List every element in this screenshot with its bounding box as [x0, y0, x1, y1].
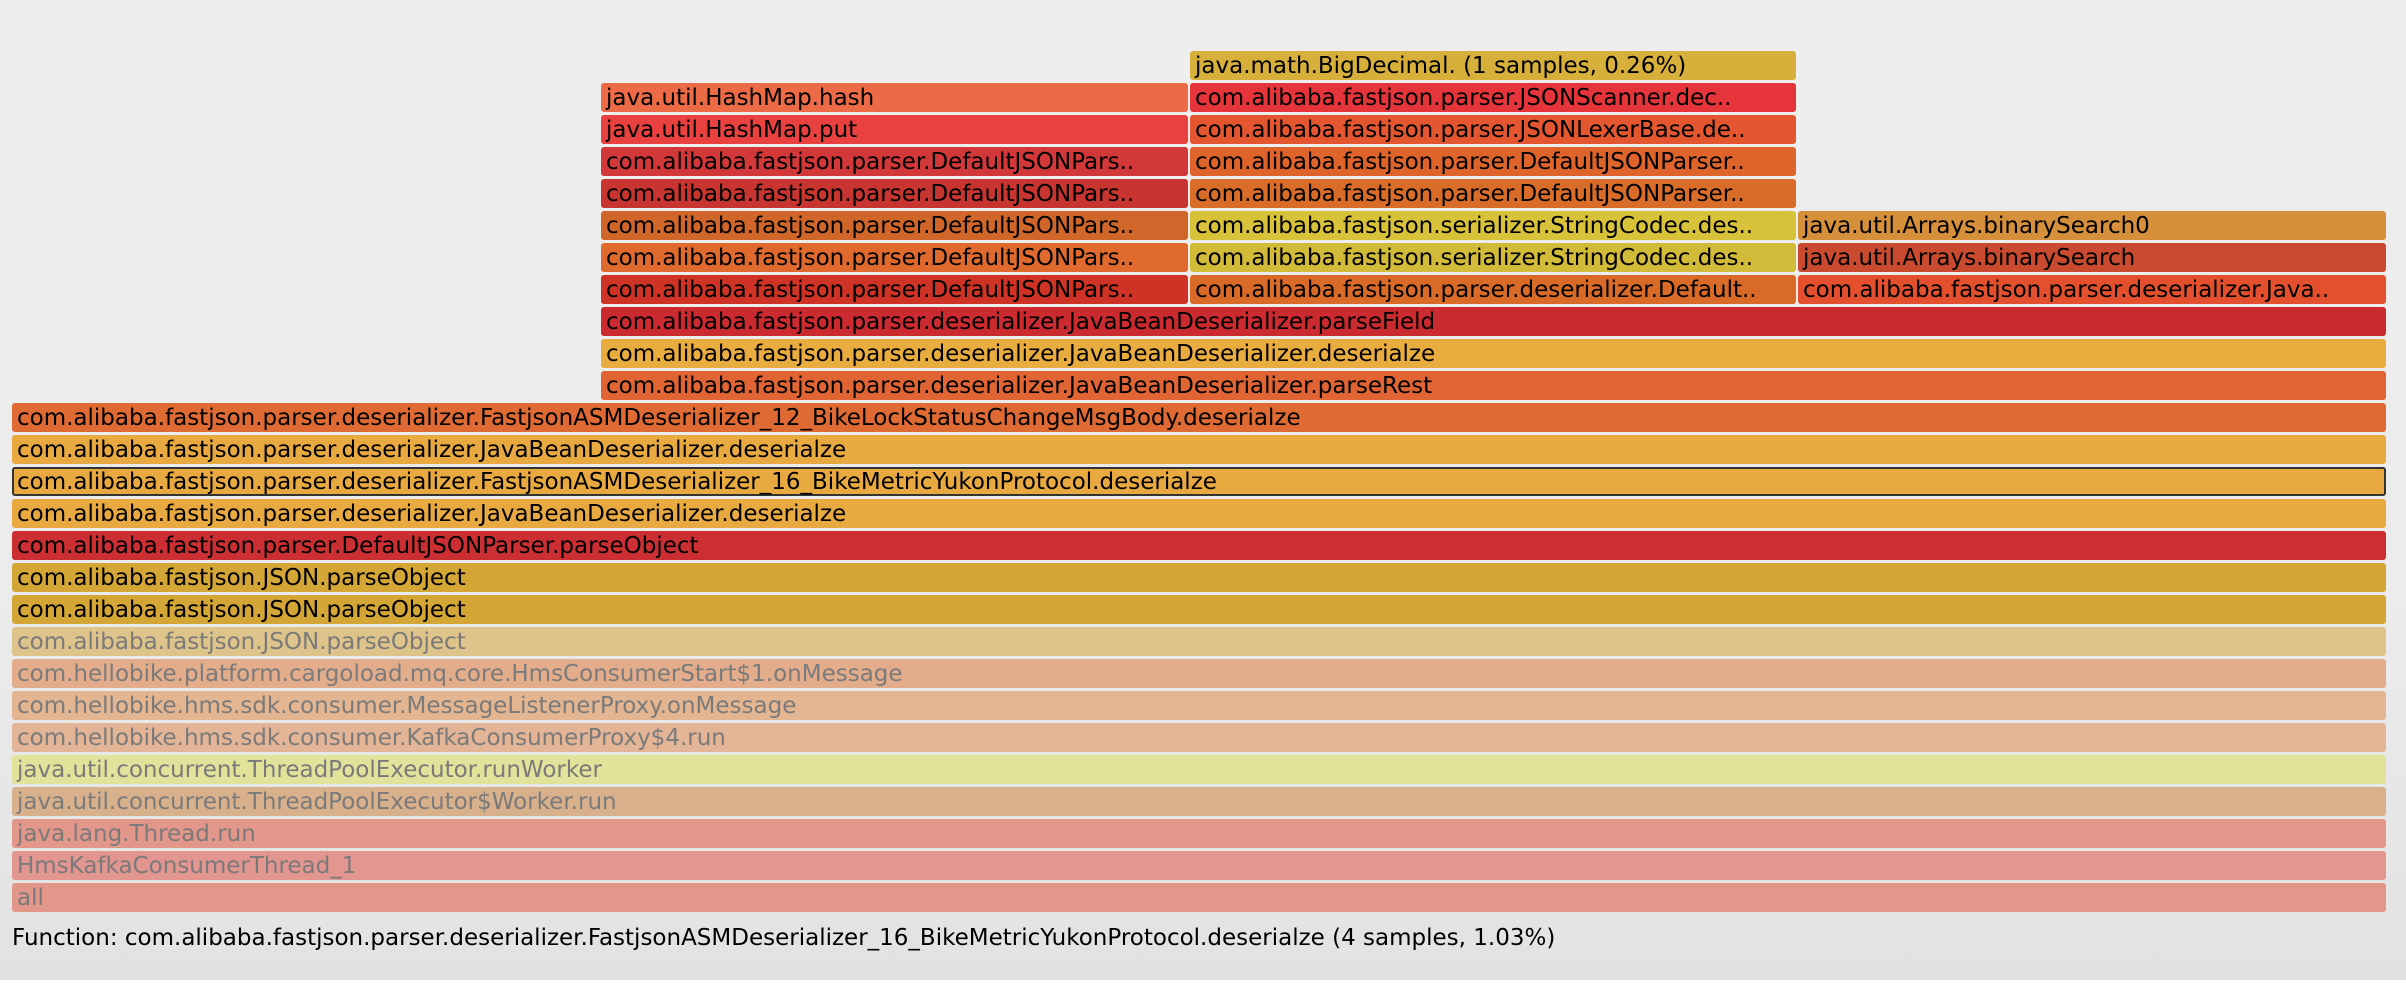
function-details: Function: com.alibaba.fastjson.parser.de… — [12, 925, 1556, 951]
frame-label: com.alibaba.fastjson.serializer.StringCo… — [1195, 245, 1754, 271]
flame-frame[interactable]: com.alibaba.fastjson.parser.deserializer… — [12, 403, 2386, 432]
frame-label: com.alibaba.fastjson.parser.deserializer… — [606, 373, 1433, 399]
frame-label: com.alibaba.fastjson.parser.deserializer… — [1803, 277, 2330, 303]
frame-label: com.alibaba.fastjson.parser.deserializer… — [606, 341, 1436, 367]
flame-frame[interactable]: com.alibaba.fastjson.JSON.parseObject — [12, 595, 2386, 624]
flame-frame[interactable]: com.alibaba.fastjson.parser.DefaultJSONP… — [601, 211, 1188, 240]
frame-label: com.hellobike.hms.sdk.consumer.MessageLi… — [17, 693, 797, 719]
flame-frame[interactable]: com.alibaba.fastjson.parser.DefaultJSONP… — [12, 531, 2386, 560]
flame-graph: all HmsKafkaConsumerThread_1 java.lang.T… — [0, 0, 2406, 980]
frame-label: java.util.HashMap.put — [606, 117, 858, 143]
frame-label: com.alibaba.fastjson.parser.JSONLexerBas… — [1195, 117, 1746, 143]
frame-label: all — [17, 885, 44, 911]
flame-frame[interactable]: com.alibaba.fastjson.parser.DefaultJSONP… — [1190, 179, 1796, 208]
flame-frame[interactable]: java.util.HashMap.hash — [601, 83, 1188, 112]
flame-frame[interactable]: HmsKafkaConsumerThread_1 — [12, 851, 2386, 880]
frame-label: com.alibaba.fastjson.parser.DefaultJSONP… — [606, 245, 1135, 271]
flame-frame[interactable]: com.alibaba.fastjson.parser.JSONScanner.… — [1190, 83, 1796, 112]
flame-frame-all[interactable]: all — [12, 883, 2386, 912]
frame-label: java.lang.Thread.run — [17, 821, 256, 847]
frame-label: com.alibaba.fastjson.JSON.parseObject — [17, 629, 466, 655]
flame-frame[interactable]: com.alibaba.fastjson.parser.JSONLexerBas… — [1190, 115, 1796, 144]
flame-frame[interactable]: com.alibaba.fastjson.parser.deserializer… — [601, 307, 2386, 336]
flame-frame[interactable]: com.alibaba.fastjson.parser.DefaultJSONP… — [601, 147, 1188, 176]
frame-label: com.alibaba.fastjson.parser.deserializer… — [17, 469, 1217, 495]
flame-frame[interactable]: com.hellobike.hms.sdk.consumer.MessageLi… — [12, 691, 2386, 720]
flame-frame[interactable]: com.alibaba.fastjson.parser.deserializer… — [1190, 275, 1796, 304]
flame-frame[interactable]: com.alibaba.fastjson.parser.deserializer… — [601, 339, 2386, 368]
flame-frame[interactable]: com.alibaba.fastjson.parser.deserializer… — [1798, 275, 2386, 304]
frame-label: com.hellobike.hms.sdk.consumer.KafkaCons… — [17, 725, 726, 751]
frame-label: HmsKafkaConsumerThread_1 — [17, 853, 357, 879]
frame-label: com.alibaba.fastjson.serializer.StringCo… — [1195, 213, 1754, 239]
flame-frame[interactable]: com.alibaba.fastjson.parser.deserializer… — [12, 499, 2386, 528]
flame-frame[interactable]: java.util.Arrays.binarySearch0 — [1798, 211, 2386, 240]
flame-frame[interactable]: com.alibaba.fastjson.parser.DefaultJSONP… — [601, 179, 1188, 208]
flame-frame[interactable]: java.lang.Thread.run — [12, 819, 2386, 848]
flame-frame[interactable]: com.alibaba.fastjson.JSON.parseObject — [12, 627, 2386, 656]
flame-frame[interactable]: com.hellobike.hms.sdk.consumer.KafkaCons… — [12, 723, 2386, 752]
frame-label: com.alibaba.fastjson.parser.deserializer… — [1195, 277, 1757, 303]
flame-frame[interactable]: java.util.concurrent.ThreadPoolExecutor.… — [12, 755, 2386, 784]
frame-label: com.alibaba.fastjson.parser.deserializer… — [17, 437, 847, 463]
frame-label: com.alibaba.fastjson.JSON.parseObject — [17, 597, 466, 623]
frame-label: com.alibaba.fastjson.parser.DefaultJSONP… — [606, 277, 1135, 303]
frame-label: java.util.concurrent.ThreadPoolExecutor.… — [17, 757, 602, 783]
flame-frame[interactable]: com.alibaba.fastjson.parser.deserializer… — [601, 371, 2386, 400]
frame-label: com.hellobike.platform.cargoload.mq.core… — [17, 661, 903, 687]
flame-frame[interactable]: com.alibaba.fastjson.serializer.StringCo… — [1190, 243, 1796, 272]
frame-label: com.alibaba.fastjson.parser.deserializer… — [17, 501, 847, 527]
frame-label: com.alibaba.fastjson.parser.deserializer… — [606, 309, 1436, 335]
flame-frame[interactable]: com.hellobike.platform.cargoload.mq.core… — [12, 659, 2386, 688]
frame-label: com.alibaba.fastjson.parser.DefaultJSONP… — [1195, 181, 1745, 207]
frame-label: java.util.concurrent.ThreadPoolExecutor$… — [17, 789, 617, 815]
flame-frame[interactable]: com.alibaba.fastjson.JSON.parseObject — [12, 563, 2386, 592]
frame-label: com.alibaba.fastjson.parser.DefaultJSONP… — [17, 533, 699, 559]
flame-frame[interactable]: java.math.BigDecimal. (1 samples, 0.26%) — [1190, 51, 1796, 80]
frame-label: com.alibaba.fastjson.parser.JSONScanner.… — [1195, 85, 1732, 111]
flame-frame[interactable]: com.alibaba.fastjson.parser.DefaultJSONP… — [601, 275, 1188, 304]
frame-label: com.alibaba.fastjson.parser.deserializer… — [17, 405, 1301, 431]
flame-frame[interactable]: com.alibaba.fastjson.serializer.StringCo… — [1190, 211, 1796, 240]
flame-frame[interactable]: java.util.concurrent.ThreadPoolExecutor$… — [12, 787, 2386, 816]
frame-label: com.alibaba.fastjson.JSON.parseObject — [17, 565, 466, 591]
frame-label: java.util.Arrays.binarySearch0 — [1803, 213, 2150, 239]
frame-label: java.math.BigDecimal. (1 samples, 0.26%) — [1195, 53, 1687, 79]
frame-label: com.alibaba.fastjson.parser.DefaultJSONP… — [606, 149, 1135, 175]
flame-frame[interactable]: java.util.HashMap.put — [601, 115, 1188, 144]
frame-label: java.util.Arrays.binarySearch — [1803, 245, 2136, 271]
flame-frame-selected[interactable]: com.alibaba.fastjson.parser.deserializer… — [12, 467, 2386, 496]
frame-label: com.alibaba.fastjson.parser.DefaultJSONP… — [1195, 149, 1745, 175]
flame-frame[interactable]: java.util.Arrays.binarySearch — [1798, 243, 2386, 272]
flame-frame[interactable]: com.alibaba.fastjson.parser.deserializer… — [12, 435, 2386, 464]
frame-label: com.alibaba.fastjson.parser.DefaultJSONP… — [606, 181, 1135, 207]
frame-label: java.util.HashMap.hash — [606, 85, 875, 111]
flame-frame[interactable]: com.alibaba.fastjson.parser.DefaultJSONP… — [1190, 147, 1796, 176]
frame-label: com.alibaba.fastjson.parser.DefaultJSONP… — [606, 213, 1135, 239]
flame-frame[interactable]: com.alibaba.fastjson.parser.DefaultJSONP… — [601, 243, 1188, 272]
